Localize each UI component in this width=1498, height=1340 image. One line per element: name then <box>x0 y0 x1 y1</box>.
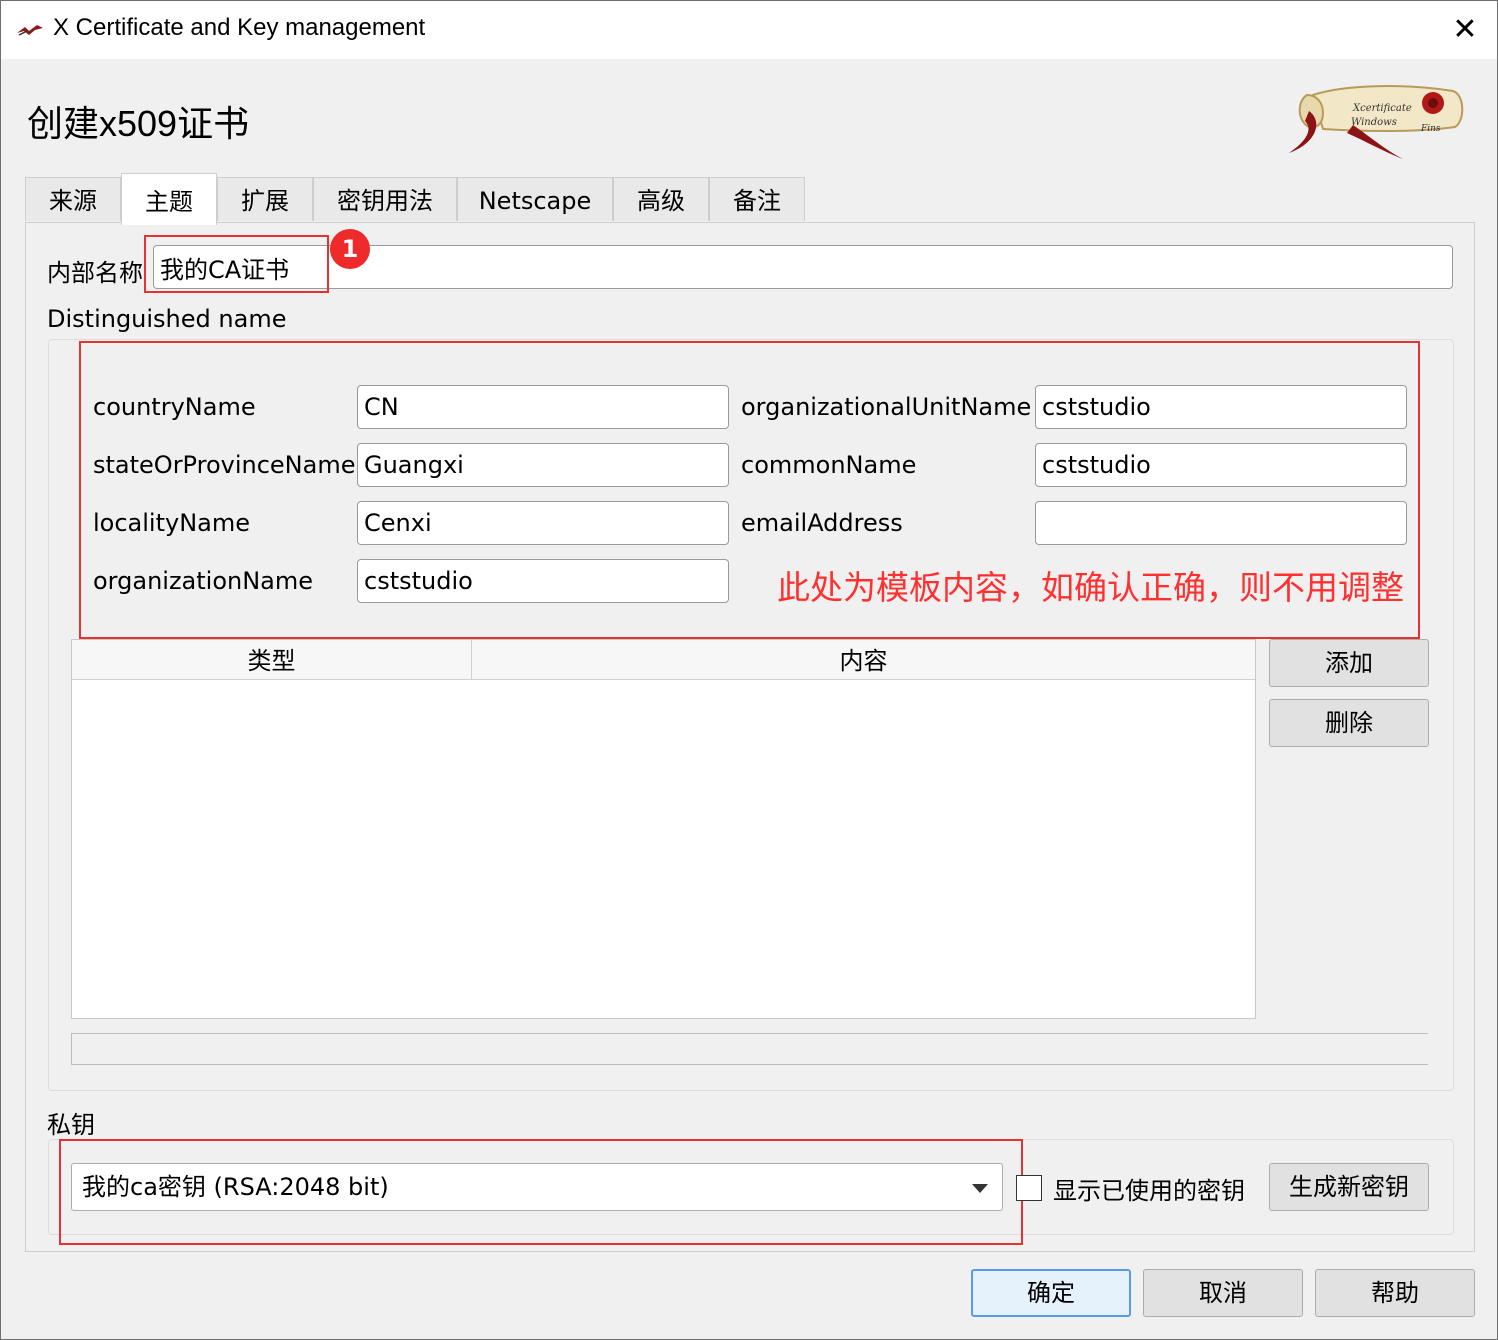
dn-entries-table: 类型 内容 <box>71 639 1256 1019</box>
dialog-window: X Certificate and Key management ✕ 创建x50… <box>0 0 1498 1340</box>
highlight-box-internal-name <box>144 235 329 293</box>
help-button[interactable]: 帮助 <box>1315 1269 1475 1317</box>
title-bar: X Certificate and Key management ✕ <box>1 1 1497 59</box>
svg-text:Fins: Fins <box>1420 124 1441 134</box>
close-icon: ✕ <box>1452 12 1478 47</box>
tab-comment[interactable]: 备注 <box>709 177 805 221</box>
tab-key-usage[interactable]: 密钥用法 <box>313 177 457 221</box>
svg-text:Windows: Windows <box>1351 117 1397 128</box>
page-title: 创建x509证书 <box>27 103 250 144</box>
close-button[interactable]: ✕ <box>1443 9 1487 51</box>
tab-extensions[interactable]: 扩展 <box>217 177 313 221</box>
dn-section-title: Distinguished name <box>47 305 287 333</box>
delete-button[interactable]: 删除 <box>1269 699 1429 747</box>
step-badge: 1 <box>330 229 370 269</box>
cancel-button[interactable]: 取消 <box>1143 1269 1303 1317</box>
show-used-keys-checkbox[interactable] <box>1016 1175 1042 1201</box>
generate-key-button[interactable]: 生成新密钥 <box>1269 1163 1429 1211</box>
ok-button[interactable]: 确定 <box>971 1269 1131 1317</box>
status-bar <box>71 1033 1428 1065</box>
highlight-box-dn <box>79 341 1420 639</box>
svg-text:Xcertificate: Xcertificate <box>1352 103 1412 114</box>
app-icon <box>17 25 43 36</box>
private-key-title: 私钥 <box>47 1111 95 1139</box>
highlight-box-private-key <box>59 1139 1023 1245</box>
tab-source[interactable]: 来源 <box>25 177 121 221</box>
add-button[interactable]: 添加 <box>1269 639 1429 687</box>
internal-name-label: 内部名称 <box>47 259 143 287</box>
tab-subject[interactable]: 主题 <box>121 173 217 225</box>
window-title: X Certificate and Key management <box>53 14 426 41</box>
column-header-type[interactable]: 类型 <box>72 640 472 680</box>
column-header-content[interactable]: 内容 <box>472 640 1255 680</box>
app-logo: Xcertificate Windows Fins <box>1289 85 1464 159</box>
tab-netscape[interactable]: Netscape <box>457 177 613 221</box>
show-used-keys-label[interactable]: 显示已使用的密钥 <box>1053 1171 1245 1206</box>
tab-advanced[interactable]: 高级 <box>613 177 709 221</box>
